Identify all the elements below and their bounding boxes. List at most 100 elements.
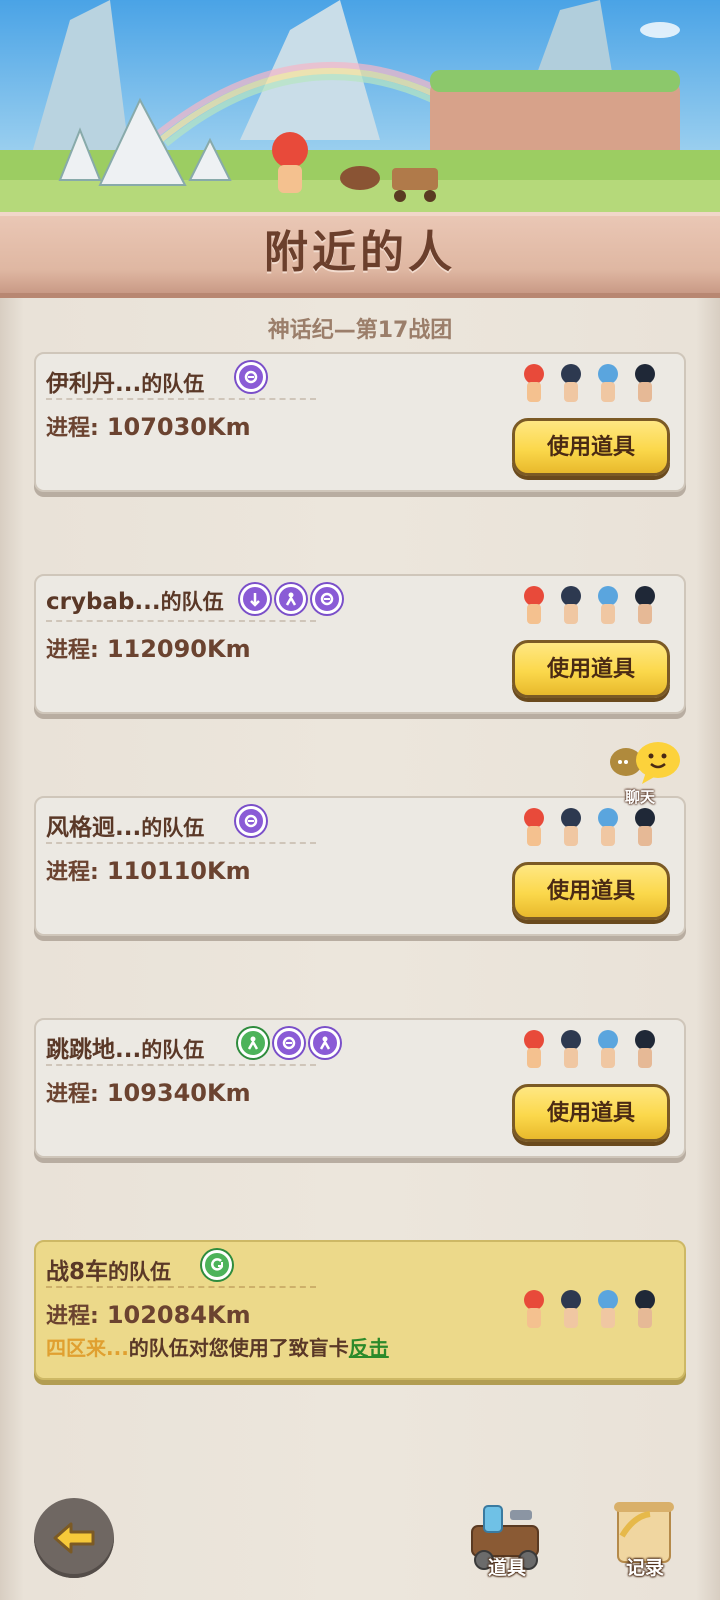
team-card: 跳跳地...的队伍 进程: 109340Km 使用道具 [34,1018,686,1158]
character-blue-icon [598,1290,618,1328]
team-player-name: 跳跳地... [46,1037,142,1063]
guild-name: 神话纪—第17战团 [267,318,453,343]
team-suffix: 的队伍 [160,590,224,614]
divider [46,1286,316,1288]
buff-badges [202,1250,232,1280]
chat-label: 聊天 [624,788,655,806]
team-suffix: 的队伍 [141,1038,205,1062]
character-red-icon [524,808,544,846]
team-player-name: 战8车 [46,1259,109,1285]
character-blue-icon [598,1030,618,1068]
notice-text: 的队伍对您使用了致盲卡 [128,1336,349,1360]
team-progress: 进程: 109340Km [46,1076,251,1108]
divider [46,1064,316,1066]
character-black-icon [635,586,655,624]
my-team-card: 战8车的队伍 进程: 102084Km 四区来...的队伍对您使用了致盲卡反击 [34,1240,686,1380]
character-red-icon [524,586,544,624]
buff-badge-icon[interactable] [236,806,266,836]
team-progress: 进程: 102084Km [46,1298,251,1330]
character-red-icon [524,364,544,402]
buff-badge-icon[interactable] [312,584,342,614]
character-blue-icon [598,586,618,624]
progress-value: 107030Km [106,413,251,441]
team-characters [517,804,662,852]
progress-label: 进程: [46,1304,99,1329]
team-suffix: 的队伍 [141,372,205,396]
character-black-icon [635,364,655,402]
character-dark-icon [561,1290,581,1328]
character-black-icon [635,1290,655,1328]
use-item-button[interactable]: 使用道具 [512,640,670,698]
items-label: 道具 [487,1557,526,1579]
buff-badge-icon[interactable] [310,1028,340,1058]
team-name: 战8车的队伍 [46,1252,171,1286]
nearby-players-panel: 神话纪—第17战团 伊利丹...的队伍 进程: 107030Km 使用道具 cry… [0,298,720,1600]
team-card: crybab...的队伍 进程: 112090Km 使用道具 [34,574,686,714]
buff-badge-icon[interactable] [238,1028,268,1058]
progress-label: 进程: [46,638,99,663]
use-item-button[interactable]: 使用道具 [512,418,670,476]
progress-label: 进程: [46,1082,99,1107]
divider [46,620,316,622]
character-dark-icon [561,1030,581,1068]
buff-badge-icon[interactable] [240,584,270,614]
character-dark-icon [561,364,581,402]
buff-badge-icon[interactable] [202,1250,232,1280]
team-characters [517,1286,662,1334]
character-dark-icon [561,586,581,624]
progress-label: 进程: [46,860,99,885]
divider [46,398,316,400]
banner-scene [0,0,720,222]
buff-badge-icon[interactable] [276,584,306,614]
team-progress: 进程: 107030Km [46,410,251,442]
team-name: 跳跳地...的队伍 [46,1030,204,1064]
records-button[interactable]: 记录 [600,1496,690,1586]
buff-badge-icon[interactable] [236,362,266,392]
team-suffix: 的队伍 [141,816,205,840]
buff-badges [236,362,266,392]
character-dark-icon [561,808,581,846]
team-characters [517,582,662,630]
progress-label: 进程: [46,416,99,441]
chat-button[interactable]: 聊天 [608,742,688,806]
use-item-button[interactable]: 使用道具 [512,1084,670,1142]
title-strip: 附近的人 [0,212,720,298]
attack-notice: 四区来...的队伍对您使用了致盲卡反击 [46,1332,389,1361]
character-black-icon [635,808,655,846]
team-characters [517,1026,662,1074]
character-black-icon [635,1030,655,1068]
buff-badges [238,1028,340,1058]
progress-value: 112090Km [106,635,251,663]
items-button[interactable]: 道具 [462,1496,552,1586]
character-red-icon [524,1290,544,1328]
back-arrow-icon [53,1522,95,1554]
divider [46,842,316,844]
header-banner [0,0,720,222]
team-player-name: crybab... [46,589,161,615]
page-title: 附近的人 [264,227,456,278]
team-characters [517,360,662,408]
team-card: 伊利丹...的队伍 进程: 107030Km 使用道具 [34,352,686,492]
buff-badge-icon[interactable] [274,1028,304,1058]
team-progress: 进程: 110110Km [46,854,251,886]
chat-bubble-icon [610,742,680,784]
counterattack-link[interactable]: 反击 [349,1336,389,1360]
team-name: crybab...的队伍 [46,586,224,616]
buff-badges [236,806,266,836]
progress-value: 102084Km [106,1301,251,1329]
use-item-button[interactable]: 使用道具 [512,862,670,920]
team-name: 伊利丹...的队伍 [46,364,204,398]
character-red-icon [524,1030,544,1068]
team-suffix: 的队伍 [108,1260,172,1284]
notice-source: 四区来... [46,1336,129,1360]
team-card: 风格迥...的队伍 进程: 110110Km 使用道具 [34,796,686,936]
team-progress: 进程: 112090Km [46,632,251,664]
progress-value: 109340Km [106,1079,251,1107]
team-name: 风格迥...的队伍 [46,808,204,842]
character-blue-icon [598,364,618,402]
buff-badges [240,584,342,614]
team-player-name: 伊利丹... [46,371,142,397]
progress-value: 110110Km [106,857,251,885]
back-button[interactable] [34,1498,114,1578]
records-label: 记录 [625,1557,664,1579]
